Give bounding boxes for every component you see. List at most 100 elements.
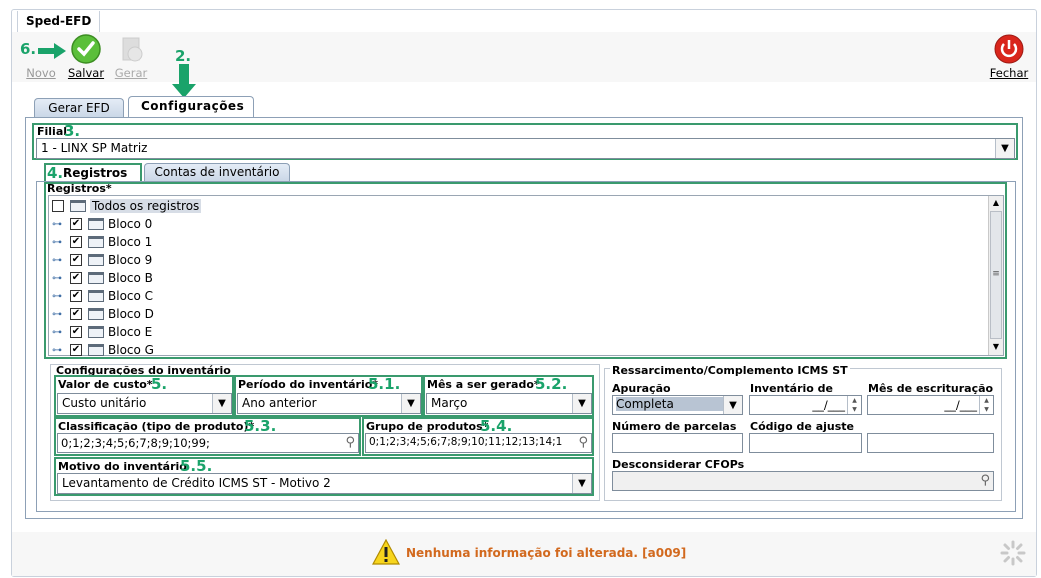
classif-input[interactable]: 0;1;2;3;4;5;6;7;8;9;10;99; ⚲ [57, 433, 359, 453]
tab-registros[interactable]: Registros [63, 166, 127, 180]
annotation-5-2: 5.2. [535, 375, 568, 393]
grupo-label: Grupo de produtos* [366, 420, 489, 433]
checkbox[interactable]: ✔ [70, 326, 82, 338]
parcelas-input[interactable] [612, 433, 743, 453]
tab-configuracoes[interactable]: Configurações [128, 96, 254, 118]
motivo-label: Motivo do inventário [58, 460, 187, 473]
cfop-input[interactable]: ⚲ [612, 471, 994, 491]
expand-handle-icon[interactable]: ⊶ [52, 237, 64, 248]
folder-icon [88, 272, 104, 284]
tree-label: Bloco 9 [108, 253, 153, 267]
expand-handle-icon[interactable]: ⊶ [52, 309, 64, 320]
power-icon [994, 34, 1024, 64]
periodo-select[interactable]: Ano anterior ▼ [237, 393, 421, 414]
tree-label: Bloco 1 [108, 235, 153, 249]
fechar-button[interactable]: Fechar [988, 34, 1030, 80]
gear-icon [117, 34, 145, 64]
valor-label: Valor de custo* [58, 378, 153, 391]
spinner-icon[interactable]: ▲ ▼ [847, 396, 861, 414]
tab-gerar-efd[interactable]: Gerar EFD [34, 98, 124, 118]
folder-icon [88, 326, 104, 338]
inventario-de-label: Inventário de [750, 382, 833, 395]
expand-handle-icon[interactable]: ⊶ [52, 291, 64, 302]
ajuste-desc-input[interactable] [867, 433, 994, 453]
checkbox[interactable]: ✔ [70, 218, 82, 230]
scroll-thumb[interactable]: ≡ [990, 211, 1002, 339]
annotation-4: 4. [47, 164, 64, 182]
checkbox[interactable]: ✔ [70, 344, 82, 356]
spinner-icon[interactable]: ▲ ▼ [979, 396, 993, 414]
checkbox[interactable]: ✔ [70, 290, 82, 302]
checkbox[interactable]: ✔ [70, 308, 82, 320]
warning-icon [371, 538, 401, 568]
registros-label: Registros* [47, 182, 112, 195]
green-arrow-right-icon [38, 43, 66, 62]
registros-scrollbar[interactable]: ▲ ≡ ▼ [988, 196, 1003, 355]
annotation-5: 5. [151, 375, 168, 393]
check-circle-icon [71, 34, 101, 64]
checkbox[interactable]: ✔ [70, 236, 82, 248]
tree-label: Bloco E [108, 325, 153, 339]
chevron-down-icon: ▼ [572, 394, 591, 413]
tab-contas-inventario[interactable]: Contas de inventário [144, 163, 290, 182]
chevron-down-icon: ▼ [995, 139, 1014, 158]
chevron-down-icon: ▼ [212, 394, 231, 413]
tree-label: Bloco 0 [108, 217, 153, 231]
scroll-down-icon[interactable]: ▼ [989, 340, 1003, 354]
gerar-button[interactable]: Gerar [112, 34, 150, 80]
annotation-6: 6. [20, 40, 37, 58]
tree-row-bloco[interactable]: ⊶ ✔ Bloco D [52, 305, 982, 323]
loading-spinner-icon [1000, 540, 1026, 569]
search-icon[interactable]: ⚲ [345, 435, 355, 450]
folder-icon [88, 308, 104, 320]
motivo-select[interactable]: Levantamento de Crédito ICMS ST - Motivo… [57, 473, 592, 494]
search-icon[interactable]: ⚲ [980, 473, 990, 488]
expand-handle-icon[interactable]: ⊶ [52, 219, 64, 230]
tree-row-bloco[interactable]: ⊶ ✔ Bloco 1 [52, 233, 982, 251]
novo-button[interactable]: Novo [24, 66, 58, 80]
chevron-down-icon: ▼ [401, 394, 420, 413]
checkbox[interactable]: ✔ [70, 272, 82, 284]
annotation-2: 2. [175, 47, 192, 65]
tree-row-bloco[interactable]: ⊶ ✔ Bloco E [52, 323, 982, 341]
mes-escrituracao-label: Mês de escrituração [868, 382, 994, 395]
folder-icon [70, 200, 86, 212]
tree-row-bloco[interactable]: ⊶ ✔ Bloco 9 [52, 251, 982, 269]
filial-select[interactable]: 1 - LINX SP Matriz ▼ [36, 138, 1015, 159]
salvar-button[interactable]: Salvar [66, 34, 106, 80]
expand-handle-icon[interactable]: ⊶ [52, 255, 64, 266]
tree-row-bloco[interactable]: ⊶ ✔ Bloco B [52, 269, 982, 287]
expand-handle-icon[interactable]: ⊶ [52, 273, 64, 284]
folder-icon [88, 254, 104, 266]
apuracao-label: Apuração [612, 382, 671, 395]
registros-tree-list: Todos os registros ⊶ ✔ Bloco 0 ⊶ ✔ Bloco 1 ⊶ ✔ B… [52, 197, 982, 359]
expand-handle-icon[interactable]: ⊶ [52, 327, 64, 338]
tree-row-bloco[interactable]: ⊶ ✔ Bloco 0 [52, 215, 982, 233]
cfop-label: Desconsiderar CFOPs [612, 458, 745, 471]
search-icon[interactable]: ⚲ [578, 435, 588, 450]
checkbox[interactable] [52, 200, 64, 212]
folder-icon [88, 290, 104, 302]
periodo-label: Período do inventário* [238, 378, 379, 391]
mes-select[interactable]: Março ▼ [426, 393, 592, 414]
expand-handle-icon[interactable]: ⊶ [52, 345, 64, 356]
ajuste-label: Código de ajuste [750, 420, 854, 433]
apuracao-select[interactable]: Completa ▼ [612, 395, 743, 415]
mes-escrituracao-input[interactable]: __/___ ▲ ▼ [867, 395, 994, 415]
ressarcimento-title: Ressarcimento/Complemento ICMS ST [610, 364, 850, 377]
scroll-up-icon[interactable]: ▲ [989, 196, 1003, 210]
tree-label: Bloco D [108, 307, 154, 321]
annotation-5-1: 5.1. [368, 375, 401, 393]
tree-row-bloco[interactable]: ⊶ ✔ Bloco C [52, 287, 982, 305]
folder-icon [88, 344, 104, 356]
chevron-down-icon: ▼ [572, 474, 591, 493]
checkbox[interactable]: ✔ [70, 254, 82, 266]
tree-label: Bloco C [108, 289, 154, 303]
ajuste-input[interactable] [749, 433, 862, 453]
valor-custo-select[interactable]: Custo unitário ▼ [57, 393, 232, 414]
inventario-de-input[interactable]: __/___ ▲ ▼ [749, 395, 862, 415]
grupo-input[interactable]: 0;1;2;3;4;5;6;7;8;9;10;11;12;13;14;1 ⚲ [365, 433, 592, 453]
tree-row-all[interactable]: Todos os registros [52, 197, 982, 215]
tree-row-bloco[interactable]: ⊶ ✔ Bloco G [52, 341, 982, 359]
tree-label: Todos os registros [90, 199, 202, 213]
